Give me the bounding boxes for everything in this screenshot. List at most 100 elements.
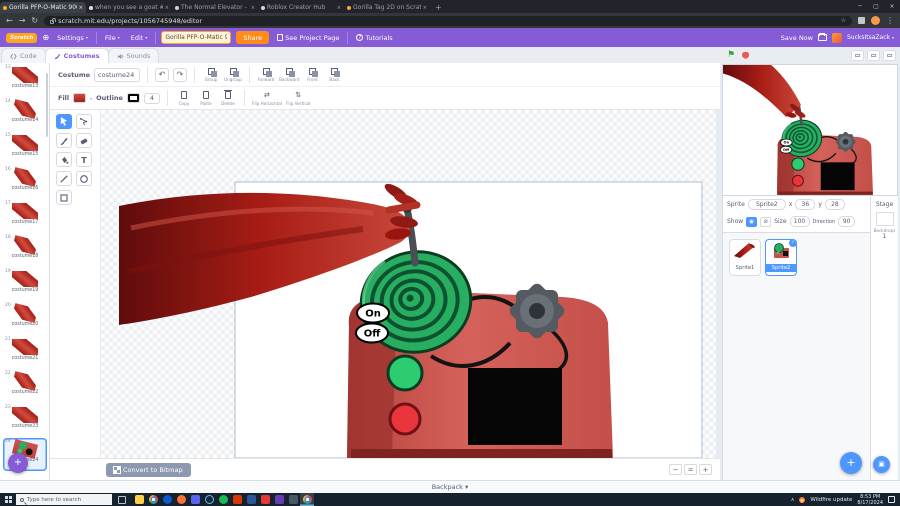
large-stage-button[interactable] [867, 50, 880, 61]
taskbar-app[interactable] [244, 493, 258, 506]
browser-profile-avatar[interactable] [871, 16, 880, 25]
window-minimize-button[interactable]: ─ [852, 0, 868, 13]
language-globe-icon[interactable]: ⊕ [42, 33, 49, 42]
sprite-card-2[interactable]: i Sprite2 [765, 239, 797, 276]
stage-panel[interactable]: Stage Backdrops 1 [870, 196, 898, 480]
zoom-reset-button[interactable]: = [684, 464, 697, 475]
costume-item[interactable]: 21 costume21 [3, 336, 47, 369]
taskbar-search[interactable]: Type here to search [16, 494, 112, 505]
group-button[interactable]: Group [202, 67, 220, 82]
address-bar[interactable]: scratch.mit.edu/projects/1056745948/edit… [44, 15, 852, 26]
costume-item[interactable]: 19 costume19 [3, 268, 47, 301]
browser-tab-1[interactable]: Gorilla PFP-O-Matic 9000 on Scratch × [0, 2, 86, 13]
news-widget[interactable]: Wildfire update [810, 497, 852, 503]
show-off-button[interactable]: ⊘ [760, 216, 772, 227]
scratch-logo[interactable]: Scratch [6, 32, 38, 43]
taskbar-clock[interactable]: 8:53 PM 8/17/2024 [857, 494, 883, 506]
browser-tab-3[interactable]: The Normal Elevator - Roblox × [172, 2, 258, 13]
tab-costumes[interactable]: Costumes [44, 48, 109, 63]
sprite-info-icon[interactable]: i [789, 240, 796, 247]
project-title-input[interactable] [161, 31, 232, 44]
reshape-tool[interactable] [76, 114, 92, 129]
brush-tool[interactable] [56, 133, 72, 148]
line-tool[interactable] [56, 171, 72, 186]
small-stage-button[interactable] [851, 50, 864, 61]
sprite-name-input[interactable] [747, 199, 786, 210]
user-avatar[interactable] [831, 32, 842, 43]
taskbar-app[interactable] [188, 493, 202, 506]
browser-tab-4[interactable]: Roblox Creator Hub × [258, 2, 344, 13]
costume-item[interactable]: 23 costume23 [3, 404, 47, 437]
stage-preview[interactable] [722, 64, 898, 196]
add-backdrop-button[interactable]: ▣ [873, 456, 890, 473]
new-tab-button[interactable]: + [435, 2, 442, 13]
task-view-button[interactable] [118, 495, 126, 504]
tab-sounds[interactable]: Sounds [107, 48, 160, 63]
extensions-icon[interactable] [858, 17, 865, 24]
menu-file[interactable]: File ▾ [102, 28, 123, 47]
eraser-tool[interactable] [76, 133, 92, 148]
tutorials-button[interactable]: ? Tutorials [353, 28, 395, 47]
news-flame-icon[interactable] [799, 496, 806, 503]
x-input[interactable] [795, 199, 816, 210]
green-flag-icon[interactable]: ⚑ [727, 50, 735, 60]
browser-menu-icon[interactable]: ⋮ [886, 13, 894, 28]
save-now-button[interactable]: Save Now [781, 34, 813, 42]
account-menu[interactable]: SucksItsaZack ▾ [847, 34, 894, 41]
select-tool[interactable] [56, 114, 72, 129]
backpack-bar[interactable]: Backpack ▾ [0, 480, 900, 493]
share-button[interactable]: Share [236, 31, 270, 44]
browser-tab-5[interactable]: Gorilla Tag 2D on Scratch × [344, 2, 430, 13]
paste-button[interactable]: Paste [197, 91, 215, 106]
flip-vertical-button[interactable]: ⇅ Flip Vertical [286, 91, 310, 106]
browser-tab-2[interactable]: when you see a goat #gorillatag × [86, 2, 172, 13]
window-close-button[interactable]: × [884, 0, 900, 13]
circle-tool[interactable] [76, 171, 92, 186]
tab-close-icon[interactable]: × [165, 5, 169, 11]
ungroup-button[interactable]: Ungroup [224, 67, 242, 82]
costume-item[interactable]: 18 costume18 [3, 234, 47, 267]
taskbar-app[interactable] [216, 493, 230, 506]
rectangle-tool[interactable] [56, 190, 72, 205]
window-maximize-button[interactable]: ▢ [868, 0, 884, 13]
reload-icon[interactable]: ↻ [31, 13, 38, 28]
taskbar-app[interactable] [132, 493, 146, 506]
outline-color-swatch[interactable] [126, 93, 140, 103]
flip-horizontal-button[interactable]: ⇄ Flip Horizontal [252, 91, 282, 106]
costume-item[interactable]: 20 costume20 [3, 302, 47, 335]
taskbar-app[interactable] [146, 493, 160, 506]
add-sprite-button[interactable]: + [840, 452, 862, 474]
outline-width-input[interactable] [143, 92, 160, 104]
see-project-page-button[interactable]: See Project Page [274, 28, 342, 47]
stop-icon[interactable] [742, 51, 750, 59]
my-stuff-folder-icon[interactable] [817, 33, 827, 41]
fill-color-swatch[interactable] [73, 93, 87, 103]
back-icon[interactable]: ← [6, 13, 13, 28]
taskbar-app-active[interactable] [300, 493, 314, 506]
convert-to-bitmap-button[interactable]: Convert to Bitmap [106, 462, 191, 477]
taskbar-app[interactable] [230, 493, 244, 506]
size-input[interactable] [789, 216, 810, 227]
costume-item[interactable]: 14 costume14 [3, 98, 47, 131]
front-button[interactable]: Front [304, 67, 322, 82]
taskbar-app[interactable] [258, 493, 272, 506]
taskbar-app[interactable] [286, 493, 300, 506]
copy-button[interactable]: Copy [175, 91, 193, 106]
tab-close-icon[interactable]: × [423, 5, 427, 11]
tab-close-icon[interactable]: × [337, 5, 341, 11]
menu-edit[interactable]: Edit ▾ [128, 28, 151, 47]
zoom-in-button[interactable]: + [699, 464, 712, 475]
text-tool[interactable]: T [76, 152, 92, 167]
forward-button[interactable]: Forward [257, 67, 275, 82]
y-input[interactable] [824, 199, 845, 210]
sprite-card-1[interactable]: Sprite1 [729, 239, 761, 276]
fill-tool[interactable] [56, 152, 72, 167]
costume-item[interactable]: 22 costume22 [3, 370, 47, 403]
costume-item[interactable]: 17 costume17 [3, 200, 47, 233]
taskbar-app[interactable] [174, 493, 188, 506]
menu-settings[interactable]: Settings ▾ [54, 28, 91, 47]
taskbar-app[interactable] [202, 493, 216, 506]
fullscreen-button[interactable] [883, 50, 896, 61]
show-hidden-icons-button[interactable]: ∧ [791, 497, 795, 503]
direction-input[interactable] [838, 216, 856, 227]
